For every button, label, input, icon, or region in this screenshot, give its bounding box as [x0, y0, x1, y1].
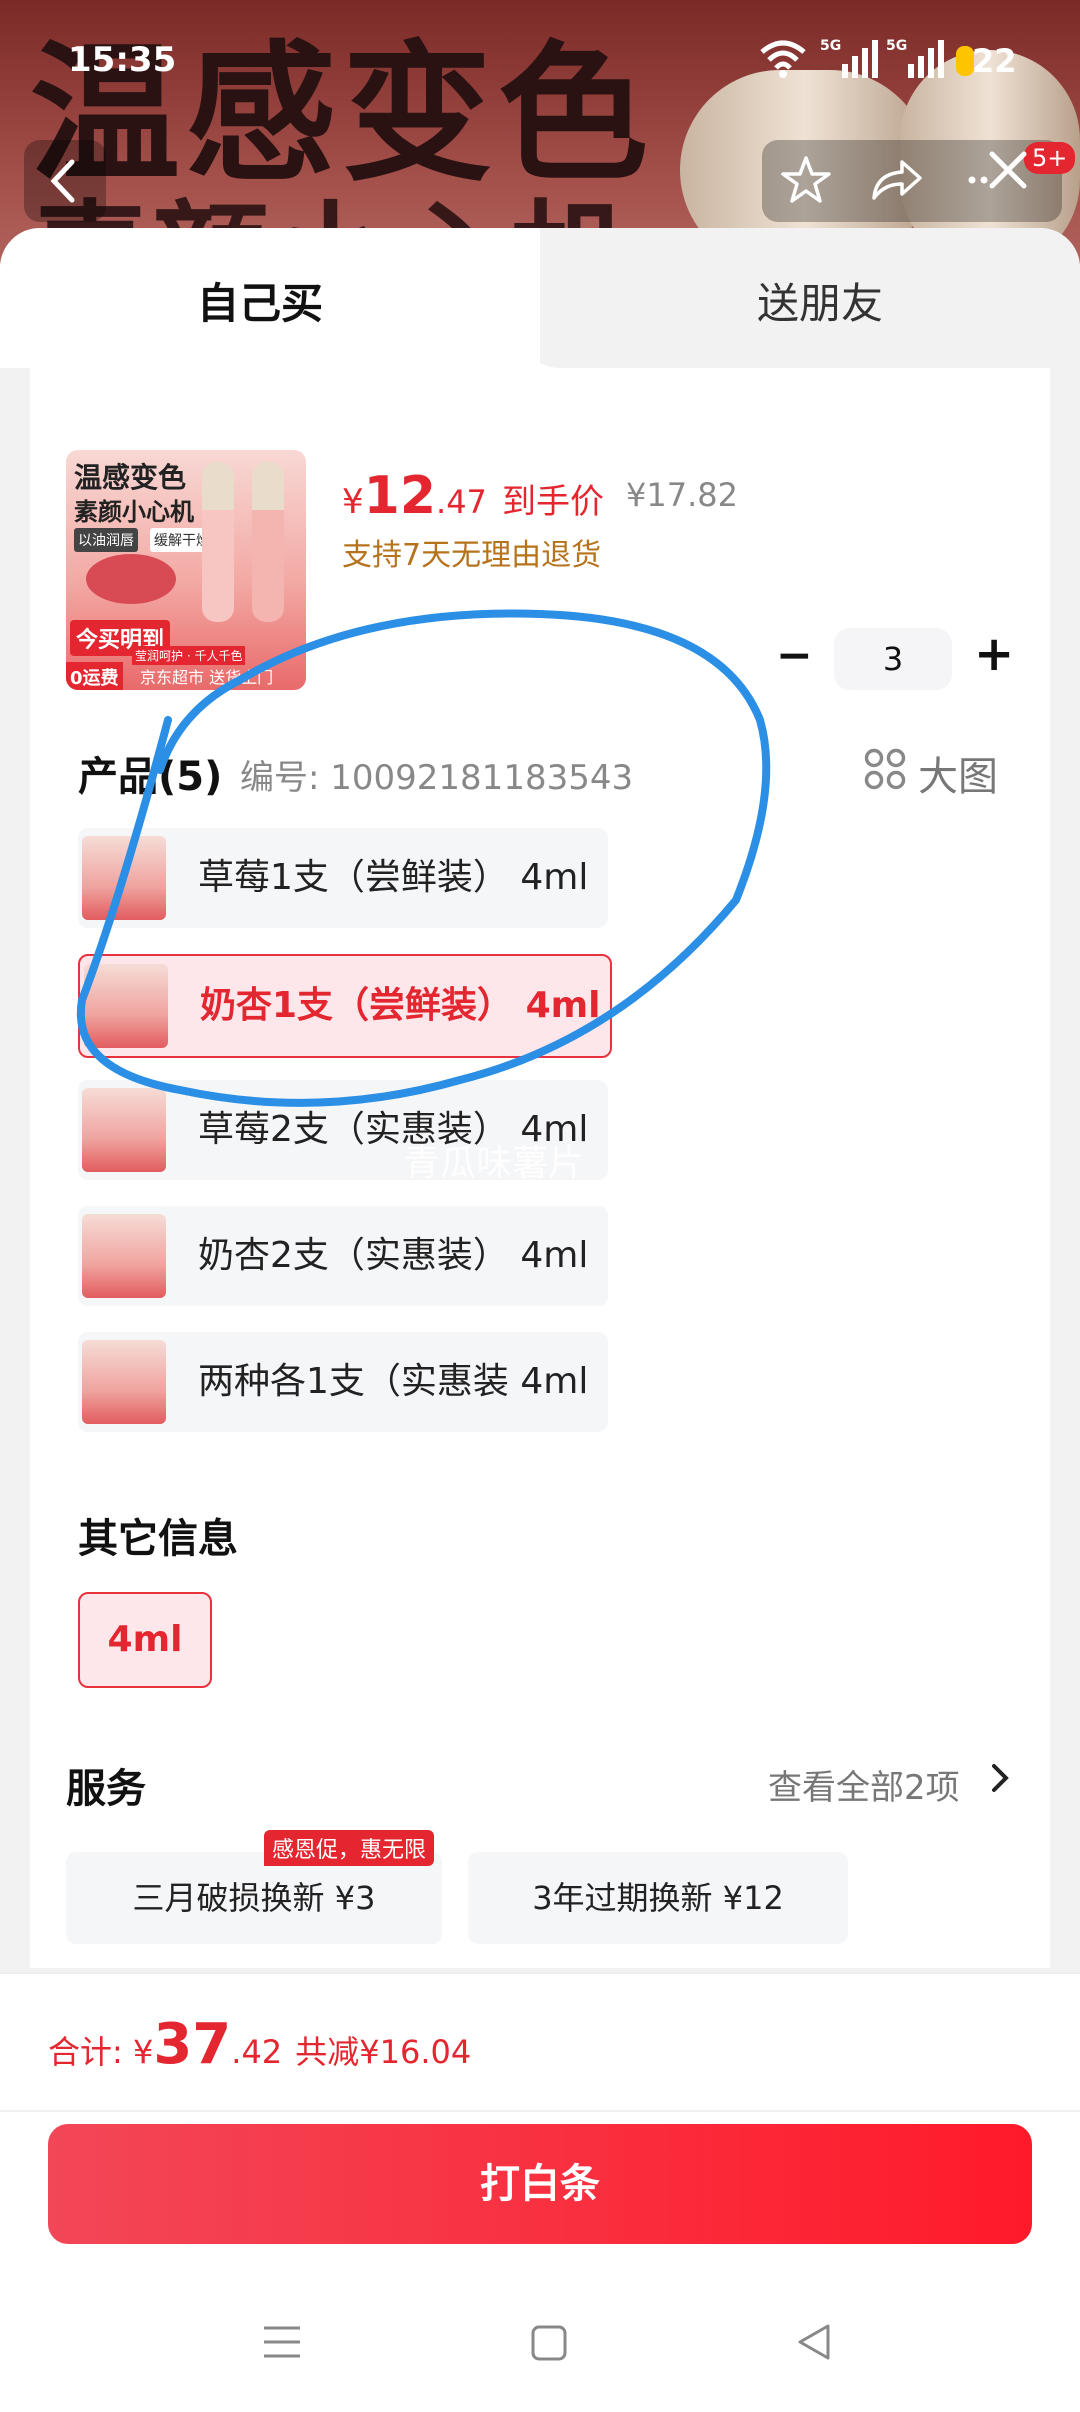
view-large-button[interactable]: 大图 — [918, 744, 998, 802]
battery-level: 22 — [972, 42, 1017, 80]
price-row: ¥12.47 到手价 — [342, 466, 604, 526]
service-option-expiry[interactable]: 3年过期换新 ¥12 — [468, 1852, 848, 1944]
original-price: ¥17.82 — [626, 476, 738, 514]
sku-label: 两种各1支（实惠装 4ml — [198, 1361, 589, 1402]
other-info-title: 其它信息 — [78, 1516, 238, 1562]
price-decimal: .47 — [436, 483, 487, 521]
home-icon[interactable] — [530, 2324, 568, 2366]
annotation-circle — [76, 609, 771, 1107]
promo-badge: 感恩促，惠无限 — [264, 1830, 435, 1866]
sku-option[interactable]: 奶杏2支（实惠装） 4ml — [78, 1206, 608, 1306]
quantity-plus-button[interactable]: + — [974, 626, 1014, 682]
status-time: 15:35 — [68, 40, 177, 80]
total-integer: 37 — [153, 2012, 232, 2077]
total-row: 合计: ¥37.42 共减¥16.04 — [48, 2012, 471, 2077]
chevron-left-icon — [50, 159, 75, 203]
back-button[interactable] — [24, 140, 106, 222]
sku-thumbnail — [82, 1214, 166, 1298]
sku-thumbnail — [82, 1340, 166, 1424]
total-label: 合计: — [48, 2033, 133, 2071]
services-title: 服务 — [66, 1766, 146, 1812]
service-label: 3年过期换新 ¥12 — [532, 1879, 784, 1917]
price-integer: 12 — [363, 466, 437, 526]
watermark-text: 青瓜味薯片 — [404, 1143, 585, 1184]
price-tag: 到手价 — [502, 482, 604, 522]
signal-icon-1: 5G — [820, 36, 880, 84]
thumb-lipgloss-1 — [202, 462, 234, 622]
svg-text:5G: 5G — [886, 38, 907, 54]
sku-option[interactable]: 两种各1支（实惠装 4ml — [78, 1332, 608, 1432]
thumb-badge-1: 以油润唇 — [74, 528, 138, 552]
menu-icon[interactable] — [262, 2322, 302, 2366]
svg-text:5G: 5G — [820, 38, 841, 54]
chevron-right-icon[interactable] — [986, 1756, 1016, 1804]
divider — [0, 1972, 1080, 1974]
option-4ml[interactable]: 4ml — [78, 1592, 212, 1688]
price-symbol: ¥ — [342, 482, 364, 522]
service-label: 三月破损换新 ¥3 — [132, 1879, 376, 1917]
view-all-services[interactable]: 查看全部2项 — [768, 1760, 960, 1809]
quantity-value: 3 — [882, 640, 904, 678]
close-icon[interactable] — [978, 140, 1038, 204]
thumb-title-2: 素颜小心机 — [74, 498, 194, 526]
pay-button[interactable]: 打白条 — [48, 2124, 1032, 2244]
signal-icon-2: 5G — [886, 36, 946, 84]
thumb-title-1: 温感变色 — [74, 461, 187, 494]
return-policy: 支持7天无理由退货 — [342, 538, 602, 573]
total-symbol: ¥ — [132, 2033, 154, 2071]
divider — [0, 2110, 1080, 2112]
thumb-lips — [86, 554, 176, 604]
quantity-field[interactable]: 3 — [834, 628, 952, 690]
wifi-icon — [758, 38, 808, 82]
sku-label: 奶杏2支（实惠装） 4ml — [198, 1235, 589, 1276]
favorite-star-icon[interactable] — [776, 150, 836, 214]
total-decimal: .42 — [231, 2033, 283, 2071]
tab-gift-label[interactable]: 送朋友 — [540, 270, 1080, 331]
grid-icon[interactable] — [864, 748, 906, 794]
thumb-lipgloss-2 — [252, 462, 284, 622]
total-discount: 共减¥16.04 — [295, 2033, 472, 2071]
back-triangle-icon[interactable] — [794, 2322, 834, 2366]
share-icon[interactable] — [866, 150, 926, 214]
tab-self-label[interactable]: 自己买 — [0, 270, 520, 331]
